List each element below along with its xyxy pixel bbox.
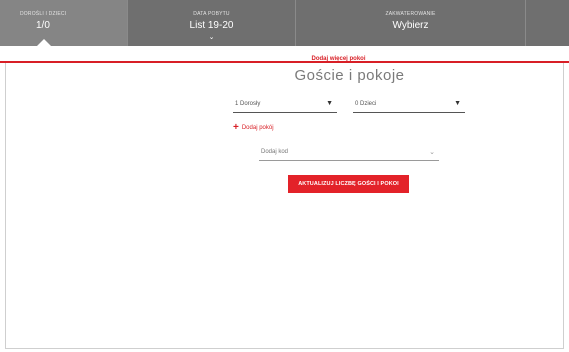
update-guests-rooms-button[interactable]: AKTUALIZUJ LICZBĘ GOŚCI I POKOI bbox=[288, 175, 409, 193]
guests-label: DOROŚLI I DZIECI bbox=[20, 11, 67, 17]
dates-label: DATA POBYTU bbox=[193, 11, 230, 17]
adults-value: 1 Dorosły bbox=[235, 101, 261, 107]
dates-value: List 19-20 bbox=[189, 20, 234, 31]
children-value: 0 Dzieci bbox=[355, 101, 377, 107]
extra-segment[interactable] bbox=[526, 0, 569, 46]
chevron-down-icon: ⌄ bbox=[429, 149, 435, 156]
add-room-label: Dodaj pokój bbox=[241, 125, 274, 131]
accommodation-value: Wybierz bbox=[392, 20, 429, 31]
guests-value: 1/0 bbox=[36, 20, 50, 31]
accommodation-segment[interactable]: ZAKWATEROWANIE Wybierz bbox=[296, 0, 526, 46]
chevron-down-icon: ▼ bbox=[326, 100, 333, 107]
add-room-link[interactable]: + Dodaj pokój bbox=[233, 122, 274, 133]
booking-bar: DOROŚLI I DZIECI 1/0 DATA POBYTU List 19… bbox=[0, 0, 569, 46]
active-notch bbox=[37, 39, 51, 46]
accommodation-label: ZAKWATEROWANIE bbox=[385, 11, 436, 17]
children-select[interactable]: 0 Dzieci ▼ bbox=[353, 99, 465, 113]
chevron-down-icon: ⌄ bbox=[208, 34, 215, 41]
guests-segment[interactable]: DOROŚLI I DZIECI 1/0 bbox=[0, 0, 128, 46]
dates-segment[interactable]: DATA POBYTU List 19-20 ⌄ bbox=[128, 0, 296, 46]
adults-select[interactable]: 1 Dorosły ▼ bbox=[233, 99, 337, 113]
panel-title: Goście i pokoje bbox=[294, 67, 405, 84]
plus-icon: + bbox=[233, 122, 239, 133]
promo-code-value: Dodaj kod bbox=[261, 149, 289, 155]
chevron-down-icon: ▼ bbox=[454, 100, 461, 107]
promo-code-select[interactable]: Dodaj kod ⌄ bbox=[259, 147, 439, 161]
